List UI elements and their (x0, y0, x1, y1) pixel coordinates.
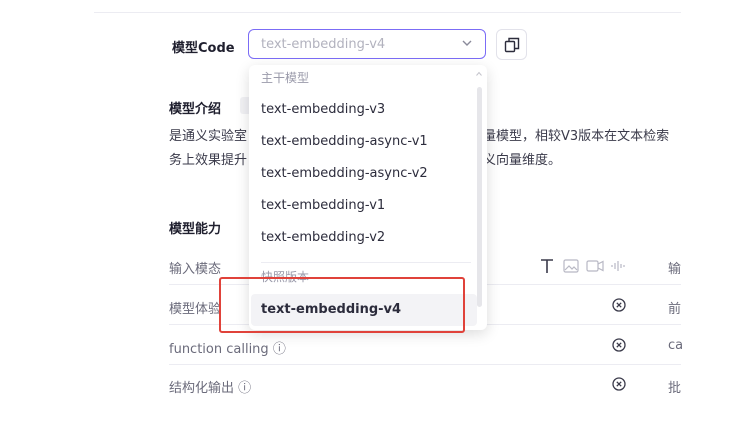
intro-title: 模型介绍 (169, 102, 222, 117)
info-icon[interactable]: ⓘ (273, 342, 286, 357)
row-right-structured-output: 批 (668, 381, 682, 396)
row-right-model-experience: 前 (668, 302, 682, 317)
image-icon (563, 259, 579, 273)
dropdown-scrollbar[interactable] (477, 87, 482, 307)
option-text-embedding-v3[interactable]: text-embedding-v3 (261, 102, 385, 117)
option-text-embedding-async-v2[interactable]: text-embedding-async-v2 (261, 166, 428, 181)
unsupported-icon (612, 338, 626, 352)
model-code-label: 模型Code (172, 41, 235, 56)
row-right-function-calling: ca (668, 338, 684, 353)
row-right-input-modality: 输 (668, 262, 682, 277)
modality-icons (538, 257, 638, 279)
option-text-embedding-v2[interactable]: text-embedding-v2 (261, 230, 385, 245)
info-icon[interactable]: ⓘ (238, 381, 251, 396)
video-icon (586, 260, 604, 272)
chevron-down-icon (462, 40, 472, 46)
scroll-up-icon[interactable] (476, 71, 482, 77)
group-divider (261, 262, 471, 263)
unsupported-icon (612, 377, 626, 391)
model-code-select[interactable]: text-embedding-v4 (248, 29, 486, 59)
intro-line2-right: 义向量维度。 (483, 153, 562, 168)
copy-button[interactable] (496, 29, 527, 60)
copy-icon (504, 37, 520, 53)
audio-icon (611, 261, 625, 271)
row-label-model-experience: 模型体验 (169, 302, 222, 317)
intro-line2-left: 务上效果提升 (169, 153, 248, 168)
structured-output-text: 结构化输出 (169, 381, 235, 396)
annotation-highlight-box (219, 277, 465, 333)
row-divider (169, 364, 681, 365)
text-icon (541, 259, 553, 273)
select-value: text-embedding-v4 (261, 37, 386, 52)
unsupported-icon (612, 298, 626, 312)
intro-line1-right: 量模型，相较V3版本在文本检索 (483, 129, 670, 144)
row-label-structured-output: 结构化输出 ⓘ (169, 377, 251, 396)
option-text-embedding-v1[interactable]: text-embedding-v1 (261, 198, 385, 213)
function-calling-text: function calling (169, 342, 269, 357)
group-title-main: 主干模型 (261, 71, 310, 85)
row-label-input-modality: 输入模态 (169, 262, 222, 277)
row-label-function-calling: function calling ⓘ (169, 338, 286, 357)
option-text-embedding-async-v1[interactable]: text-embedding-async-v1 (261, 134, 428, 149)
capability-title: 模型能力 (169, 222, 222, 237)
intro-line1-left: 是通义实验室 (169, 129, 248, 144)
